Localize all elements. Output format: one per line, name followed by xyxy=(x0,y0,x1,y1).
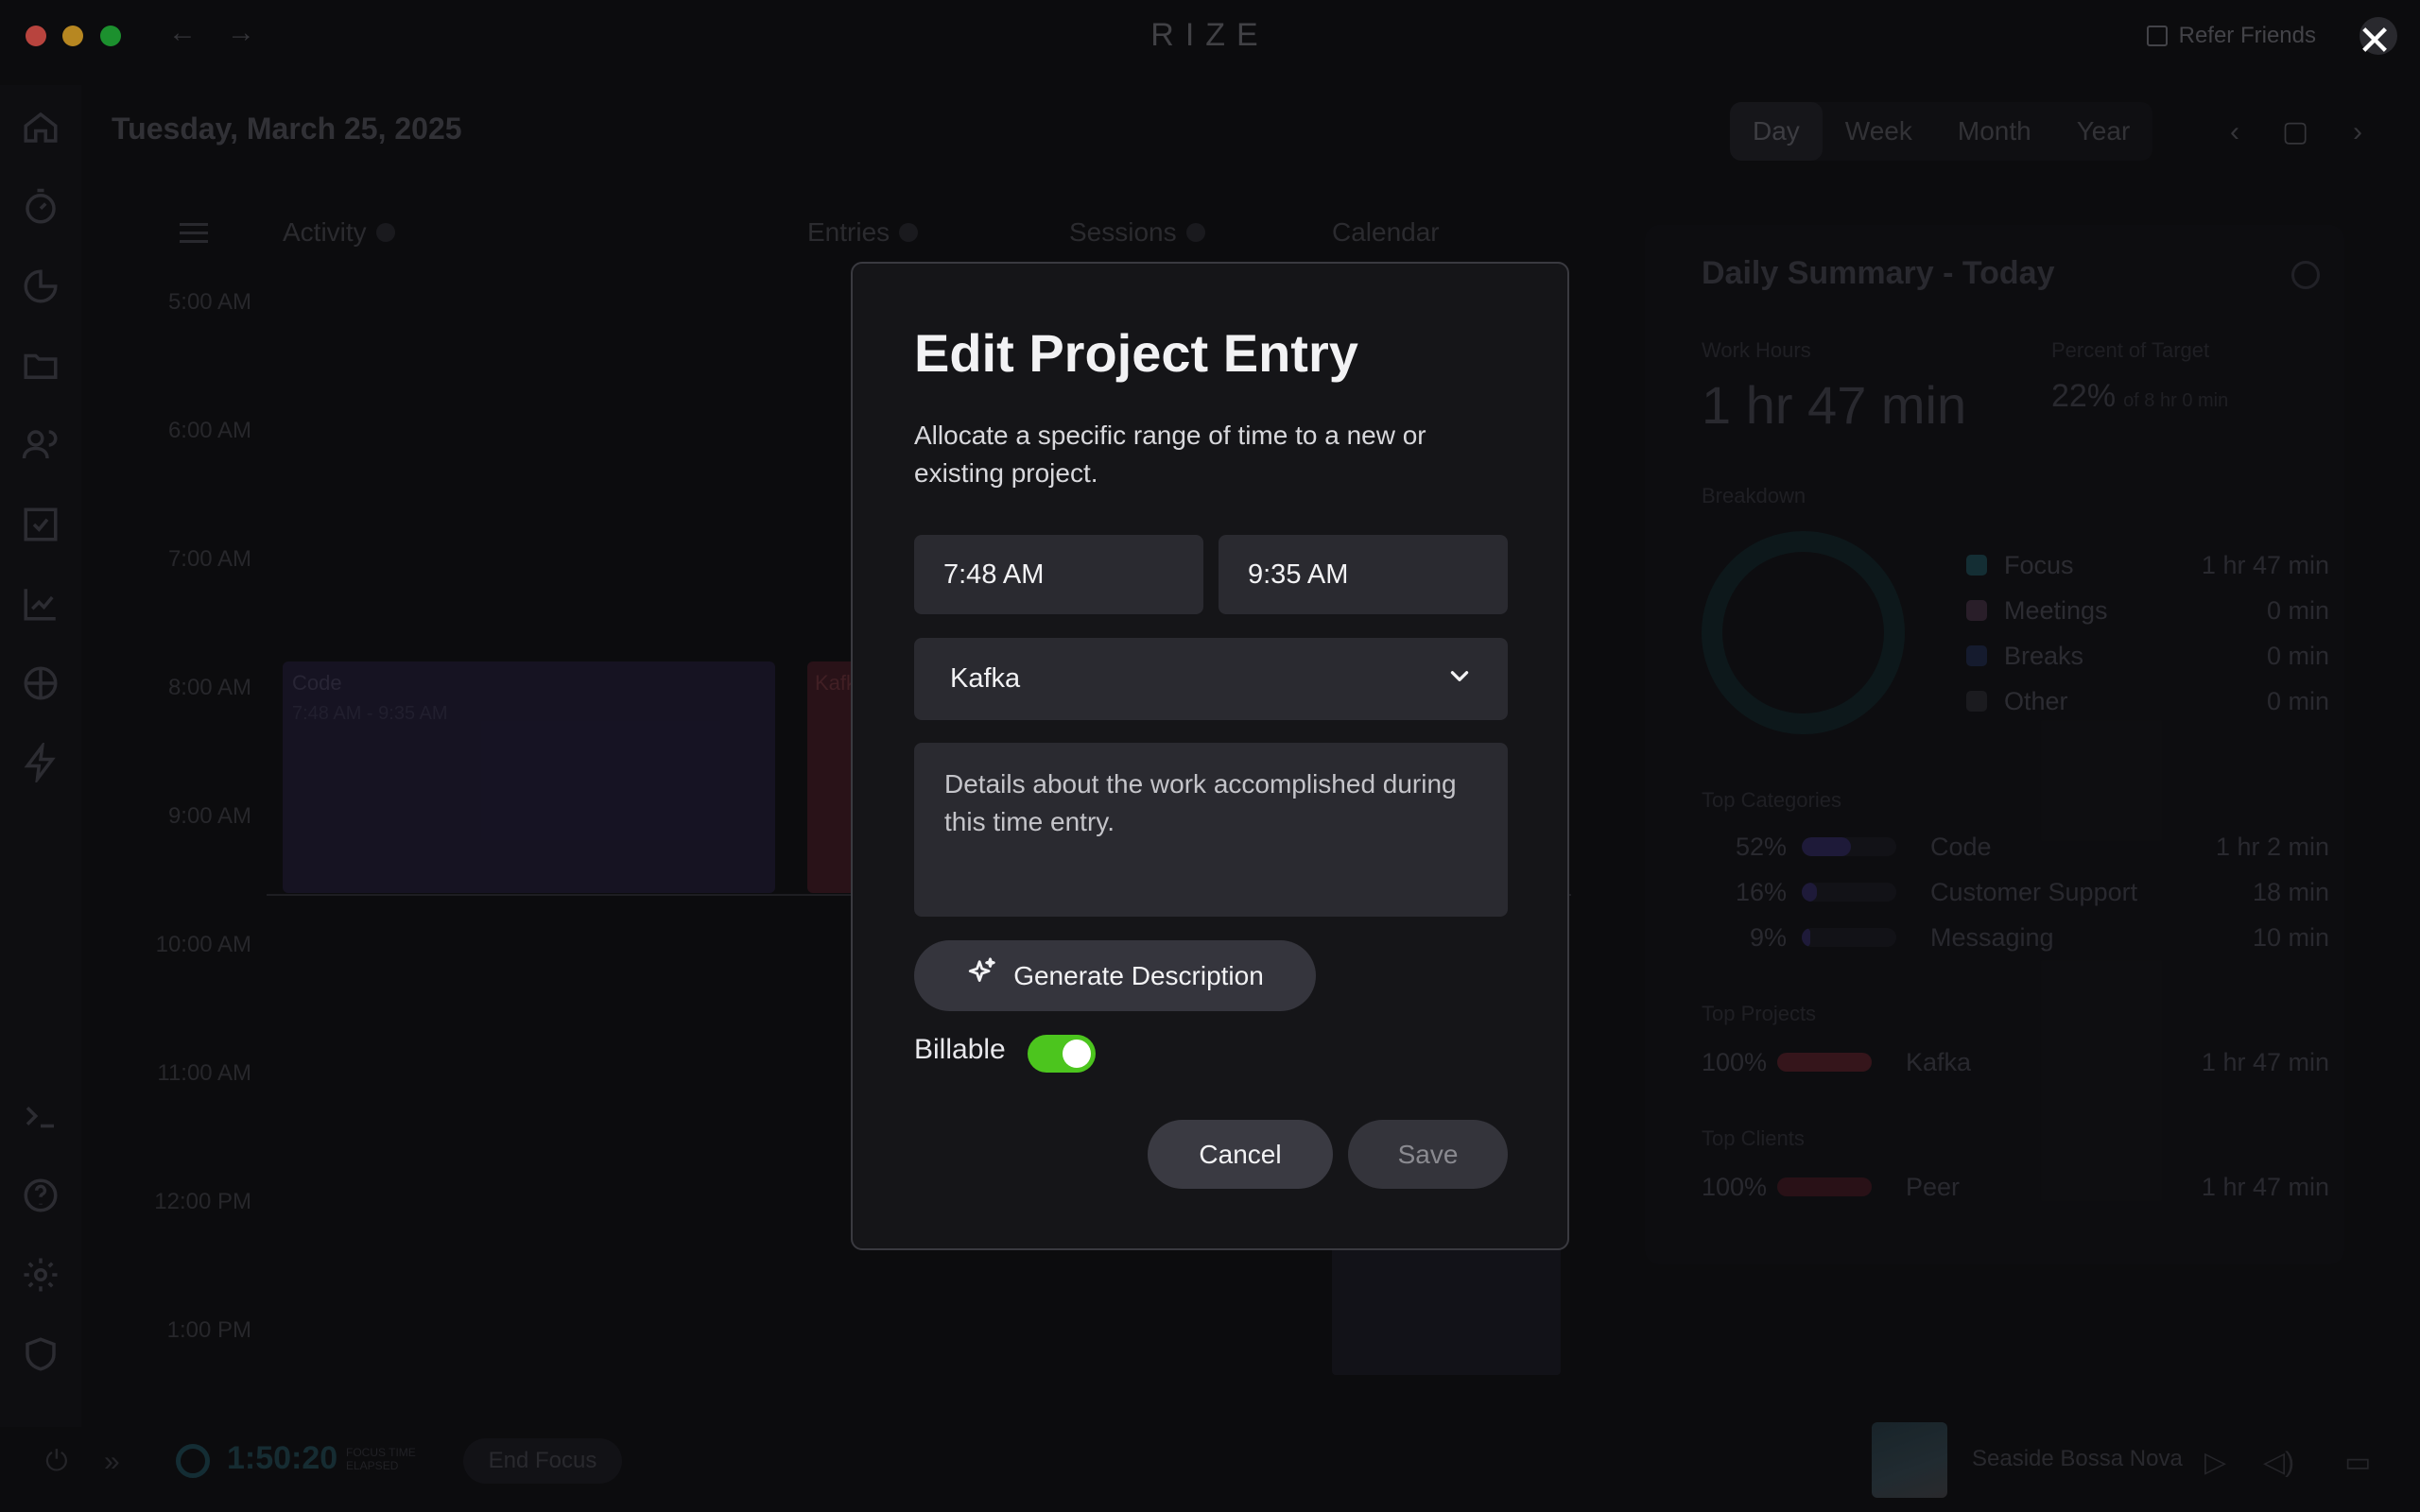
close-icon[interactable]: ✕ xyxy=(2356,21,2394,62)
dialog-description: Allocate a specific range of time to a n… xyxy=(914,421,1426,488)
project-select[interactable]: Kafka xyxy=(914,638,1508,720)
save-button[interactable]: Save xyxy=(1348,1120,1508,1189)
billable-label: Billable xyxy=(914,1034,1006,1065)
chevron-down-icon xyxy=(1447,663,1472,696)
start-time-input[interactable] xyxy=(914,535,1203,614)
toggle-knob xyxy=(1063,1040,1091,1068)
dialog-title: Edit Project Entry xyxy=(914,323,1358,383)
details-textarea[interactable] xyxy=(914,743,1508,917)
billable-toggle[interactable] xyxy=(1028,1035,1096,1073)
generate-description-label: Generate Description xyxy=(1013,960,1264,990)
generate-description-button[interactable]: Generate Description xyxy=(914,940,1316,1011)
edit-project-entry-dialog: Edit Project Entry Allocate a specific r… xyxy=(851,262,1569,1250)
sparkle-icon xyxy=(966,956,998,995)
project-select-value: Kafka xyxy=(950,663,1021,694)
end-time-input[interactable] xyxy=(1219,535,1508,614)
cancel-button[interactable]: Cancel xyxy=(1148,1120,1333,1189)
